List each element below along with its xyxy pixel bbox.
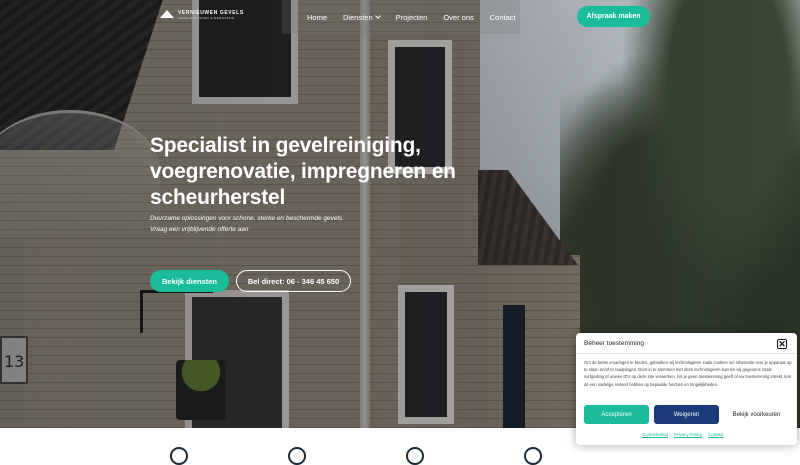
nav-item-over-ons[interactable]: Over ons [443, 13, 473, 22]
close-icon[interactable]: ✕ [777, 339, 787, 349]
nav-item-projecten[interactable]: Projecten [396, 13, 428, 22]
accept-cookies-button[interactable]: Accepteren [584, 405, 649, 424]
brand-name: VERNIEUWEN GEVELS [178, 9, 244, 16]
divider [576, 353, 797, 354]
view-preferences-button[interactable]: Bekijk voorkeuren [724, 405, 789, 424]
cookie-description: Om de beste ervaringen te bieden, gebrui… [584, 360, 792, 387]
cookie-links: Cookiebeleid Privacy Policy Contact [642, 432, 724, 437]
top-navigation: VERNIEUWEN GEVELS GEVELREINIGING & RENOV… [0, 0, 800, 34]
make-appointment-button[interactable]: Afspraak maken [577, 6, 650, 27]
nav-item-label: Diensten [343, 13, 373, 22]
deny-cookies-button[interactable]: Weigeren [654, 405, 719, 424]
nav-item-contact[interactable]: Contact [490, 13, 516, 22]
brand-logo[interactable]: VERNIEUWEN GEVELS GEVELREINIGING & RENOV… [160, 10, 244, 20]
hero-title: Specialist in gevelreiniging, voegrenova… [150, 134, 456, 209]
hero-subtitle-line: Vraag een vrijblijvende offerte aan [150, 226, 249, 233]
hero-subtitle-line: Duurzame oplossingen voor schone, sterke… [150, 215, 345, 222]
privacy-policy-link[interactable]: Privacy Policy [674, 432, 702, 437]
house-roof-icon [160, 10, 174, 20]
view-services-button[interactable]: Bekijk diensten [150, 270, 229, 292]
chevron-down-icon [374, 13, 381, 19]
nav-item-home[interactable]: Home [307, 13, 327, 22]
call-now-button[interactable]: Bel direct: 06 - 346 45 650 [236, 270, 351, 292]
contact-link[interactable]: Contact [708, 432, 724, 437]
nav-item-diensten[interactable]: Diensten [343, 13, 381, 22]
brand-tagline: GEVELREINIGING & RENOVATIE [178, 15, 235, 20]
main-menu: Home Diensten Projecten Over ons Contact [307, 13, 516, 22]
cookie-consent-dialog: Beheer toestemming ✕ Om de beste ervarin… [576, 333, 797, 445]
hero-subtitle: Duurzame oplossingen voor schone, sterke… [150, 213, 380, 235]
cookie-title: Beheer toestemming [584, 340, 644, 347]
cookie-policy-link[interactable]: Cookiebeleid [642, 432, 668, 437]
